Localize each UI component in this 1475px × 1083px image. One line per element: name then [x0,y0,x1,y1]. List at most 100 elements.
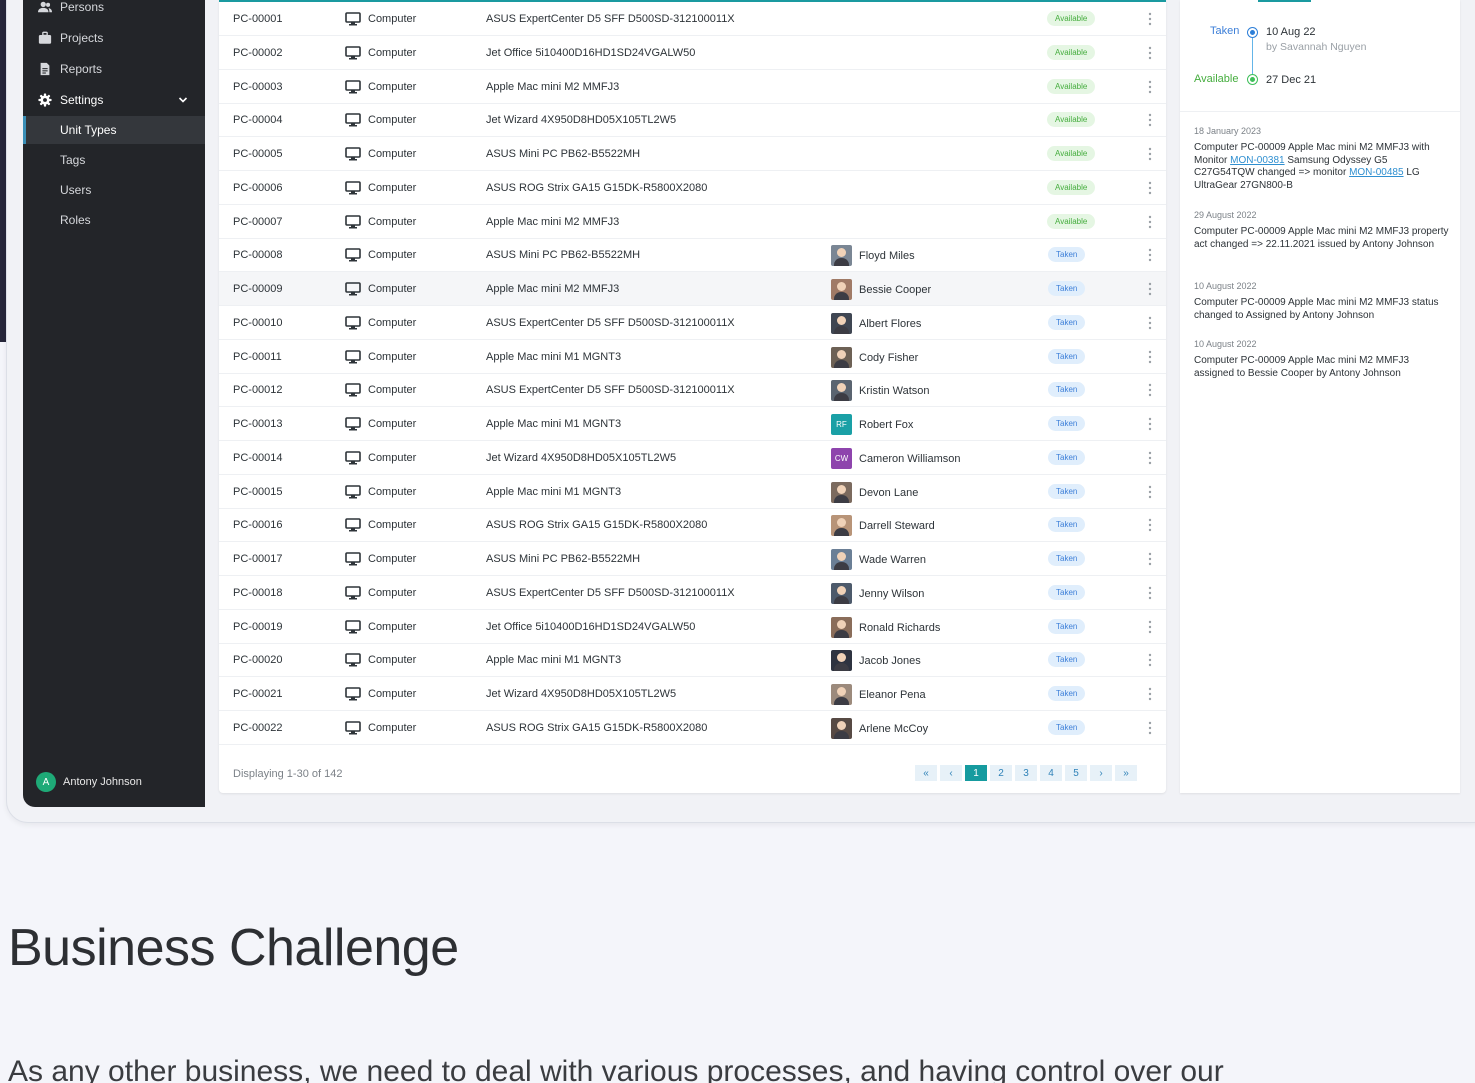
next-page-button[interactable]: › [1090,765,1112,781]
more-vertical-icon[interactable] [1145,247,1155,263]
more-vertical-icon[interactable] [1145,517,1155,533]
more-vertical-icon[interactable] [1145,112,1155,128]
table-row[interactable]: PC-00012 Computer ASUS ExpertCenter D5 SFF… [219,373,1166,408]
last-page-button[interactable]: » [1115,765,1137,781]
page-5-button[interactable]: 5 [1065,765,1087,781]
table-row[interactable]: PC-00018 Computer ASUS ExpertCenter D5 SFF… [219,576,1166,610]
avatar [831,515,852,537]
avatar: CW [831,447,852,469]
more-vertical-icon[interactable] [1145,484,1155,500]
unit-model: ASUS ROG Strix GA15 G15DK-R5800X2080 [486,519,708,532]
table-row[interactable]: PC-00004 Computer Jet Wizard 4X950D8HD05X1… [219,103,1166,138]
unit-id: PC-00014 [233,451,283,464]
assignee-name[interactable]: Eleanor Pena [859,689,926,701]
more-vertical-icon[interactable] [1145,214,1155,230]
table-row[interactable]: PC-00007 Computer Apple Mac mini M2 MMFJ3 A… [219,205,1166,239]
assignee-name[interactable]: Jenny Wilson [859,588,924,600]
sidebar-item-projects[interactable]: Projects [23,24,205,52]
current-user[interactable]: A Antony Johnson [36,772,142,792]
assignee-name[interactable]: Darrell Steward [859,520,935,532]
table-row[interactable]: PC-00022 Computer ASUS ROG Strix GA15 G15D… [219,711,1166,745]
sidebar-item-persons[interactable]: Persons [23,0,205,21]
table-row[interactable]: PC-00008 Computer ASUS Mini PC PB62-B5522M… [219,238,1166,273]
more-vertical-icon[interactable] [1145,79,1155,95]
monitor-icon [345,417,361,431]
sidebar: Persons Projects Reports Settings Unit T… [23,0,205,807]
history-entry: Computer PC-00009 Apple Mac mini M2 MMFJ… [1194,142,1450,193]
more-vertical-icon[interactable] [1145,180,1155,196]
more-vertical-icon[interactable] [1145,315,1155,331]
table-row[interactable]: PC-00009 Computer Apple Mac mini M2 MMFJ3 B… [219,272,1166,306]
more-vertical-icon[interactable] [1145,686,1155,702]
sidebar-item-users[interactable]: Users [23,176,205,204]
status-badge: Available [1047,112,1096,128]
prev-page-button[interactable]: ‹ [940,765,962,781]
sidebar-item-unit-types[interactable]: Unit Types [23,116,205,144]
unit-id: PC-00009 [233,283,283,295]
history-date: 18 January 2023 [1194,126,1262,136]
sidebar-item-tags[interactable]: Tags [23,146,205,174]
table-row[interactable]: PC-00005 Computer ASUS Mini PC PB62-B5522M… [219,137,1166,171]
monitor-link[interactable]: MON-00381 [1230,155,1284,166]
table-row[interactable]: PC-00019 Computer Jet Office 5i10400D16HD1… [219,610,1166,644]
sidebar-item-settings[interactable]: Settings [23,86,205,114]
assignee-name[interactable]: Jacob Jones [859,655,921,667]
monitor-link[interactable]: MON-00485 [1349,167,1403,178]
assignee-name[interactable]: Robert Fox [859,419,913,431]
more-vertical-icon[interactable] [1145,652,1155,668]
timeline-line [1252,32,1253,80]
more-vertical-icon[interactable] [1145,619,1155,635]
unit-id: PC-00020 [233,654,283,667]
assignee-name[interactable]: Bessie Cooper [859,284,931,296]
status-badge: Taken [1048,348,1086,364]
page-1-button[interactable]: 1 [965,765,987,781]
more-vertical-icon[interactable] [1145,11,1155,27]
table-row[interactable]: PC-00014 Computer Jet Wizard 4X950D8HD05X1… [219,441,1166,475]
table-row[interactable]: PC-00020 Computer Apple Mac mini M1 MGNT3 J… [219,643,1166,678]
unit-id: PC-00010 [233,316,283,329]
more-vertical-icon[interactable] [1145,416,1155,432]
monitor-icon [345,484,361,498]
sidebar-item-reports[interactable]: Reports [23,55,205,83]
status-badge: Taken [1048,281,1086,296]
more-vertical-icon[interactable] [1145,349,1155,365]
more-vertical-icon[interactable] [1145,551,1155,567]
table-row[interactable]: PC-00002 Computer Jet Office 5i10400D16HD1… [219,36,1166,70]
more-vertical-icon[interactable] [1145,45,1155,61]
assignee-name[interactable]: Wade Warren [859,554,926,566]
more-vertical-icon[interactable] [1145,281,1155,297]
unit-id: PC-00019 [233,620,283,633]
more-vertical-icon[interactable] [1145,585,1155,601]
assignee-name[interactable]: Ronald Richards [859,622,940,634]
assignee-name[interactable]: Albert Flores [859,318,921,330]
table-row[interactable]: PC-00010 Computer ASUS ExpertCenter D5 SFF… [219,306,1166,340]
table-row[interactable]: PC-00003 Computer Apple Mac mini M2 MMFJ3 A… [219,70,1166,104]
page-4-button[interactable]: 4 [1040,765,1062,781]
page-3-button[interactable]: 3 [1015,765,1037,781]
table-row[interactable]: PC-00021 Computer Jet Wizard 4X950D8HD05X1… [219,677,1166,711]
avatar [831,245,852,267]
more-vertical-icon[interactable] [1145,146,1155,162]
more-vertical-icon[interactable] [1145,382,1155,398]
assignee-name[interactable]: Floyd Miles [859,250,915,262]
table-row[interactable]: PC-00015 Computer Apple Mac mini M1 MGNT3 D… [219,475,1166,509]
first-page-button[interactable]: « [915,765,937,781]
table-row[interactable]: PC-00001 Computer ASUS ExpertCenter D5 SFF… [219,2,1166,36]
monitor-icon [345,619,361,633]
page-2-button[interactable]: 2 [990,765,1012,781]
unit-id: PC-00021 [233,688,283,700]
more-vertical-icon[interactable] [1145,720,1155,736]
more-vertical-icon[interactable] [1145,450,1155,466]
assignee-name[interactable]: Kristin Watson [859,385,930,397]
assignee-name[interactable]: Arlene McCoy [859,723,928,735]
table-row[interactable]: PC-00011 Computer Apple Mac mini M1 MGNT3 C… [219,340,1166,374]
table-row[interactable]: PC-00017 Computer ASUS Mini PC PB62-B5522M… [219,542,1166,576]
assignee-name[interactable]: Devon Lane [859,487,918,499]
table-row[interactable]: PC-00006 Computer ASUS ROG Strix GA15 G15D… [219,171,1166,205]
assignee-name[interactable]: Cody Fisher [859,352,918,364]
table-row[interactable]: PC-00016 Computer ASUS ROG Strix GA15 G15D… [219,508,1166,543]
table-row[interactable]: PC-00013 Computer Apple Mac mini M1 MGNT3 R… [219,407,1166,441]
monitor-icon [345,147,361,161]
assignee-name[interactable]: Cameron Williamson [859,453,960,465]
sidebar-item-roles[interactable]: Roles [23,206,205,234]
